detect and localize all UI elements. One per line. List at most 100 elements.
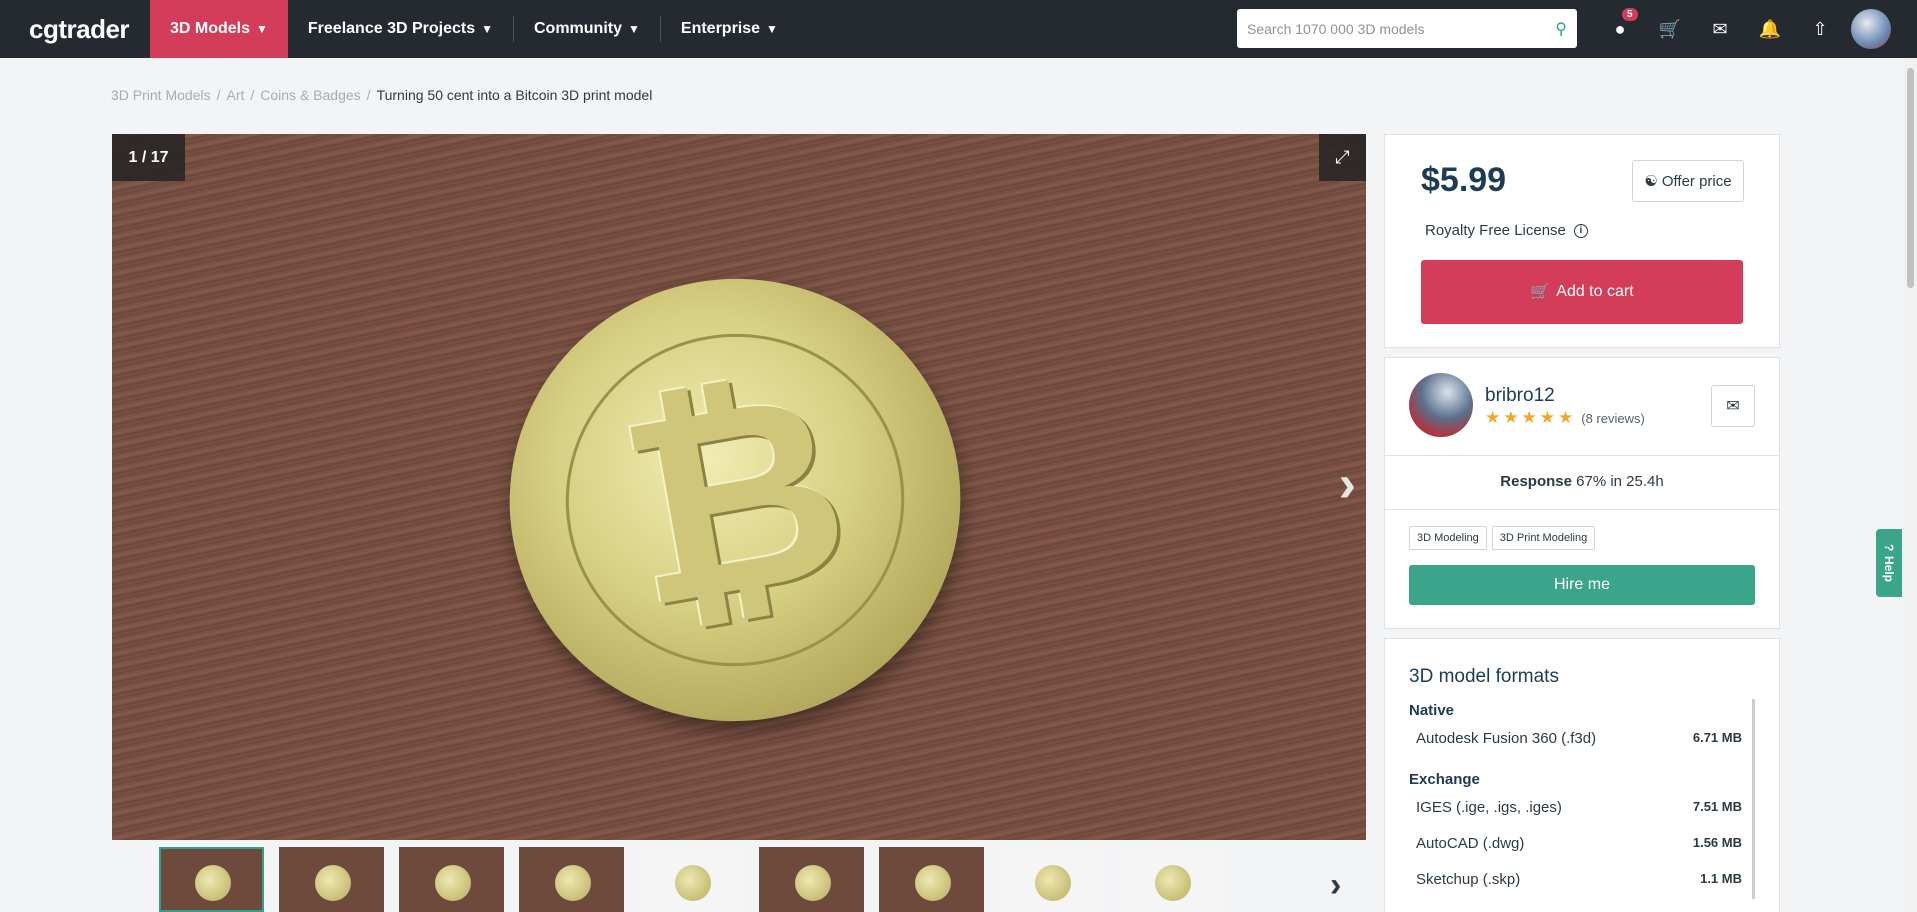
scrollbar-thumb[interactable] <box>1907 68 1914 288</box>
top-nav: cgtrader 3D Models ▼ Freelance 3D Projec… <box>0 0 1917 58</box>
bell-icon[interactable]: 🔔 <box>1745 19 1795 40</box>
logo[interactable]: cgtrader <box>0 14 150 45</box>
user-avatar[interactable] <box>1851 9 1891 49</box>
thumbnail[interactable] <box>639 847 744 912</box>
help-tab[interactable]: ? Help <box>1876 529 1902 597</box>
notification-badge: 5 <box>1622 7 1638 21</box>
format-row: Autodesk Fusion 360 (.f3d) 6.71 MB <box>1416 730 1742 747</box>
format-size: 7.51 MB <box>1692 799 1742 814</box>
format-name: Sketchup (.skp) <box>1416 871 1521 888</box>
nav-community[interactable]: Community ▼ <box>514 0 660 58</box>
handshake-icon: ☯ <box>1644 173 1658 190</box>
coin-thumbnail-graphic <box>195 865 231 901</box>
formats-scrollbar[interactable] <box>1752 699 1755 899</box>
nav-enterprise[interactable]: Enterprise ▼ <box>661 0 798 58</box>
mail-icon[interactable]: ✉ <box>1695 19 1745 40</box>
nav-label: 3D Models <box>170 20 251 37</box>
format-size: 6.71 MB <box>1692 730 1742 745</box>
response-value: 67% in 25.4h <box>1576 473 1664 490</box>
chevron-down-icon: ▼ <box>766 22 778 36</box>
format-group-label: Exchange <box>1409 771 1480 788</box>
seller-rating: ★ ★ ★ ★ ★ (8 reviews) <box>1485 408 1645 428</box>
star-icon: ★ <box>1503 408 1519 427</box>
upload-icon[interactable]: ⇧ <box>1795 19 1845 40</box>
breadcrumb: 3D Print Models / Art / Coins & Badges / Tu… <box>111 87 652 103</box>
thumbnail[interactable] <box>879 847 984 912</box>
thumbnail[interactable] <box>279 847 384 912</box>
thumbnails-next-arrow[interactable]: › <box>1330 866 1341 905</box>
coin-thumbnail-graphic <box>555 865 591 901</box>
chevron-down-icon: ▼ <box>628 22 640 36</box>
message-seller-button[interactable]: ✉ <box>1711 385 1755 427</box>
coin-thumbnail-graphic <box>915 865 951 901</box>
envelope-icon: ✉ <box>1726 398 1740 415</box>
seller-panel: bribro12 ★ ★ ★ ★ ★ (8 reviews) ✉ Respons… <box>1384 357 1780 629</box>
coin-thumbnail-graphic <box>435 865 471 901</box>
price-panel: $5.99 ☯ Offer price Royalty Free License… <box>1384 134 1780 348</box>
search-input[interactable]: Search 1070 000 3D models ⚲ <box>1237 9 1577 48</box>
bitcoin-symbol: ₿ <box>603 337 867 662</box>
info-icon[interactable]: i <box>1573 223 1588 238</box>
page-scrollbar[interactable] <box>1904 58 1917 912</box>
next-image-arrow[interactable]: › <box>1339 454 1356 514</box>
nav-label: Freelance 3D Projects <box>307 20 476 37</box>
user-toolbar: ● 5 🛒 ✉ 🔔 ⇧ <box>1595 0 1891 58</box>
formats-title: 3D model formats <box>1409 666 1559 687</box>
skill-tag[interactable]: 3D Modeling <box>1409 526 1487 550</box>
image-counter: 1 / 17 <box>112 134 185 181</box>
format-name: IGES (.ige, .igs, .iges) <box>1416 799 1562 816</box>
thumbnail[interactable] <box>399 847 504 912</box>
offer-price-button[interactable]: ☯ Offer price <box>1632 160 1744 202</box>
coin-thumbnail-graphic <box>795 865 831 901</box>
cart-icon[interactable]: 🛒 <box>1645 19 1695 40</box>
thumbnail[interactable] <box>159 847 264 912</box>
coin-thumbnail-graphic <box>675 865 711 901</box>
fullscreen-icon[interactable]: ⤢ <box>1319 134 1366 181</box>
seller-avatar[interactable] <box>1409 373 1473 437</box>
piggy-bank-icon[interactable]: ● 5 <box>1595 7 1645 40</box>
help-label: Help <box>1882 555 1896 582</box>
divider <box>1385 509 1779 510</box>
format-row: IGES (.ige, .igs, .iges) 7.51 MB <box>1416 799 1742 816</box>
search-placeholder: Search 1070 000 3D models <box>1247 20 1425 37</box>
divider <box>1385 455 1779 456</box>
breadcrumb-separator: / <box>366 87 371 103</box>
chevron-down-icon: ▼ <box>481 22 493 36</box>
breadcrumb-item[interactable]: Art <box>226 87 244 103</box>
thumbnail[interactable] <box>759 847 864 912</box>
formats-panel: 3D model formats Native Autodesk Fusion … <box>1384 638 1780 912</box>
nav-3d-models[interactable]: 3D Models ▼ <box>150 0 288 58</box>
chevron-down-icon: ▼ <box>256 22 268 36</box>
search-icon[interactable]: ⚲ <box>1555 19 1567 39</box>
thumbnail[interactable] <box>519 847 624 912</box>
seller-name[interactable]: bribro12 <box>1485 385 1555 407</box>
format-row: AutoCAD (.dwg) 1.56 MB <box>1416 835 1742 852</box>
breadcrumb-current: Turning 50 cent into a Bitcoin 3D print … <box>376 87 653 103</box>
star-icon: ★ <box>1485 408 1501 427</box>
seller-skills: 3D Modeling 3D Print Modeling <box>1409 526 1596 550</box>
license-info: Royalty Free License i <box>1425 222 1588 239</box>
format-row: Sketchup (.skp) 1.1 MB <box>1416 871 1742 888</box>
format-group-label: Native <box>1409 702 1455 719</box>
cart-icon: 🛒 <box>1530 284 1551 301</box>
breadcrumb-item[interactable]: 3D Print Models <box>111 87 211 103</box>
thumbnail[interactable] <box>1119 847 1224 912</box>
offer-price-label: Offer price <box>1661 172 1732 190</box>
format-name: AutoCAD (.dwg) <box>1416 835 1525 852</box>
breadcrumb-item[interactable]: Coins & Badges <box>260 87 360 103</box>
add-to-cart-button[interactable]: 🛒 Add to cart <box>1421 260 1743 324</box>
nav-label: Enterprise <box>680 20 761 37</box>
thumbnail-strip <box>159 847 1224 912</box>
license-label: Royalty Free License <box>1425 222 1566 239</box>
reviews-link[interactable]: (8 reviews) <box>1581 411 1645 426</box>
nav-freelance[interactable]: Freelance 3D Projects ▼ <box>288 0 513 58</box>
hire-me-button[interactable]: Hire me <box>1409 565 1755 605</box>
format-size: 1.56 MB <box>1692 835 1742 850</box>
skill-tag[interactable]: 3D Print Modeling <box>1491 526 1596 550</box>
question-icon: ? <box>1882 544 1896 552</box>
coin-thumbnail-graphic <box>1035 865 1071 901</box>
main-image-viewer[interactable]: ₿ 1 / 17 ⤢ › <box>112 134 1366 840</box>
coin-thumbnail-graphic <box>315 865 351 901</box>
star-icon: ★ <box>1558 408 1574 427</box>
thumbnail[interactable] <box>999 847 1104 912</box>
